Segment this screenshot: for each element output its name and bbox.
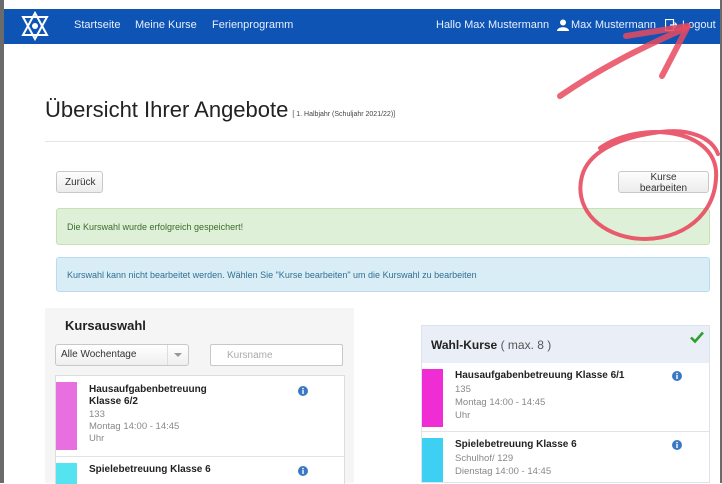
window-left-edge bbox=[0, 0, 4, 483]
selected-courses-list[interactable]: Hausaufgabenbetreuung Klasse 6/1 135 Mon… bbox=[422, 363, 709, 482]
course-color-swatch bbox=[422, 438, 443, 482]
course-time: Dienstag 14:00 - 14:45 bbox=[455, 466, 552, 477]
info-icon[interactable] bbox=[298, 466, 308, 476]
checkmark-icon bbox=[690, 331, 704, 344]
nav-link-ferienprogramm[interactable]: Ferienprogramm bbox=[212, 19, 293, 31]
course-color-swatch bbox=[422, 369, 443, 427]
course-time-line2: Uhr bbox=[89, 433, 105, 444]
info-icon[interactable] bbox=[672, 371, 682, 381]
weekday-filter-select[interactable]: Alle Wochentage bbox=[55, 344, 189, 366]
user-icon bbox=[557, 19, 569, 31]
course-name: Spielebetreuung Klasse 6 bbox=[89, 464, 211, 475]
info-icon[interactable] bbox=[672, 440, 682, 450]
nav-user-profile-link[interactable]: Max Mustermann bbox=[571, 19, 656, 31]
page-title-text: Übersicht Ihrer Angebote bbox=[45, 97, 289, 122]
chevron-down-icon bbox=[167, 345, 188, 365]
list-item[interactable]: Hausaufgabenbetreuung Klasse 6/2 133 Mon… bbox=[56, 376, 344, 457]
nav-link-meine-kurse[interactable]: Meine Kurse bbox=[135, 19, 197, 31]
heading-divider bbox=[45, 141, 713, 142]
course-search-input[interactable] bbox=[210, 344, 343, 366]
edit-courses-button[interactable]: Kurse bearbeiten bbox=[618, 171, 709, 194]
list-item[interactable]: Spielebetreuung Klasse 6 Schulhof/ 129 D… bbox=[422, 432, 709, 482]
back-button[interactable]: Zurück bbox=[56, 171, 103, 193]
course-color-swatch bbox=[56, 382, 77, 450]
course-time: Montag 14:00 - 14:45 bbox=[89, 421, 180, 432]
top-navbar: Startseite Meine Kurse Ferienprogramm Ha… bbox=[4, 9, 720, 44]
course-color-swatch bbox=[56, 463, 77, 484]
nav-greeting: Hallo Max Mustermann bbox=[436, 19, 550, 31]
semester-subtitle: [ 1. Halbjahr (Schuljahr 2021/22)] bbox=[292, 111, 396, 118]
elective-title-text: Wahl-Kurse bbox=[431, 338, 498, 352]
elective-panel-header: Wahl-Kurse ( max. 8 ) bbox=[422, 326, 709, 363]
info-icon[interactable] bbox=[298, 386, 308, 396]
course-room: 135 bbox=[455, 384, 471, 395]
elective-title: Wahl-Kurse ( max. 8 ) bbox=[431, 338, 551, 352]
course-time: Montag 14:00 - 14:45 bbox=[455, 397, 546, 408]
course-room: 133 bbox=[89, 409, 105, 420]
course-name: Hausaufgabenbetreuung Klasse 6/1 bbox=[455, 370, 625, 381]
list-item[interactable]: Hausaufgabenbetreuung Klasse 6/1 135 Mon… bbox=[422, 363, 709, 432]
school-logo-icon[interactable] bbox=[20, 11, 50, 41]
elective-courses-panel: Wahl-Kurse ( max. 8 ) Hausaufgabenbetreu… bbox=[421, 325, 710, 483]
course-time-line2: Uhr bbox=[455, 410, 471, 421]
course-selection-title: Kursauswahl bbox=[65, 318, 146, 333]
course-room: Schulhof/ 129 bbox=[455, 453, 514, 464]
available-courses-list[interactable]: Hausaufgabenbetreuung Klasse 6/2 133 Mon… bbox=[55, 375, 345, 484]
logout-icon bbox=[665, 19, 677, 31]
course-name: Spielebetreuung Klasse 6 bbox=[455, 439, 577, 450]
logout-link[interactable]: Logout bbox=[682, 19, 716, 31]
info-alert: Kurswahl kann nicht bearbeitet werden. W… bbox=[56, 257, 710, 292]
course-selection-panel: Kursauswahl Alle Wochentage Hausaufgaben… bbox=[45, 308, 354, 484]
success-alert: Die Kurswahl wurde erfolgreich gespeiche… bbox=[56, 208, 710, 245]
course-name-line2: Klasse 6/2 bbox=[89, 396, 138, 407]
weekday-filter-value: Alle Wochentage bbox=[61, 349, 137, 360]
list-item[interactable]: Spielebetreuung Klasse 6 bbox=[56, 457, 344, 484]
course-name: Hausaufgabenbetreuung bbox=[89, 384, 207, 395]
page-title: Übersicht Ihrer Angebote[ 1. Halbjahr (S… bbox=[45, 97, 395, 123]
nav-link-startseite[interactable]: Startseite bbox=[74, 19, 120, 31]
elective-max-label: ( max. 8 ) bbox=[500, 338, 552, 352]
